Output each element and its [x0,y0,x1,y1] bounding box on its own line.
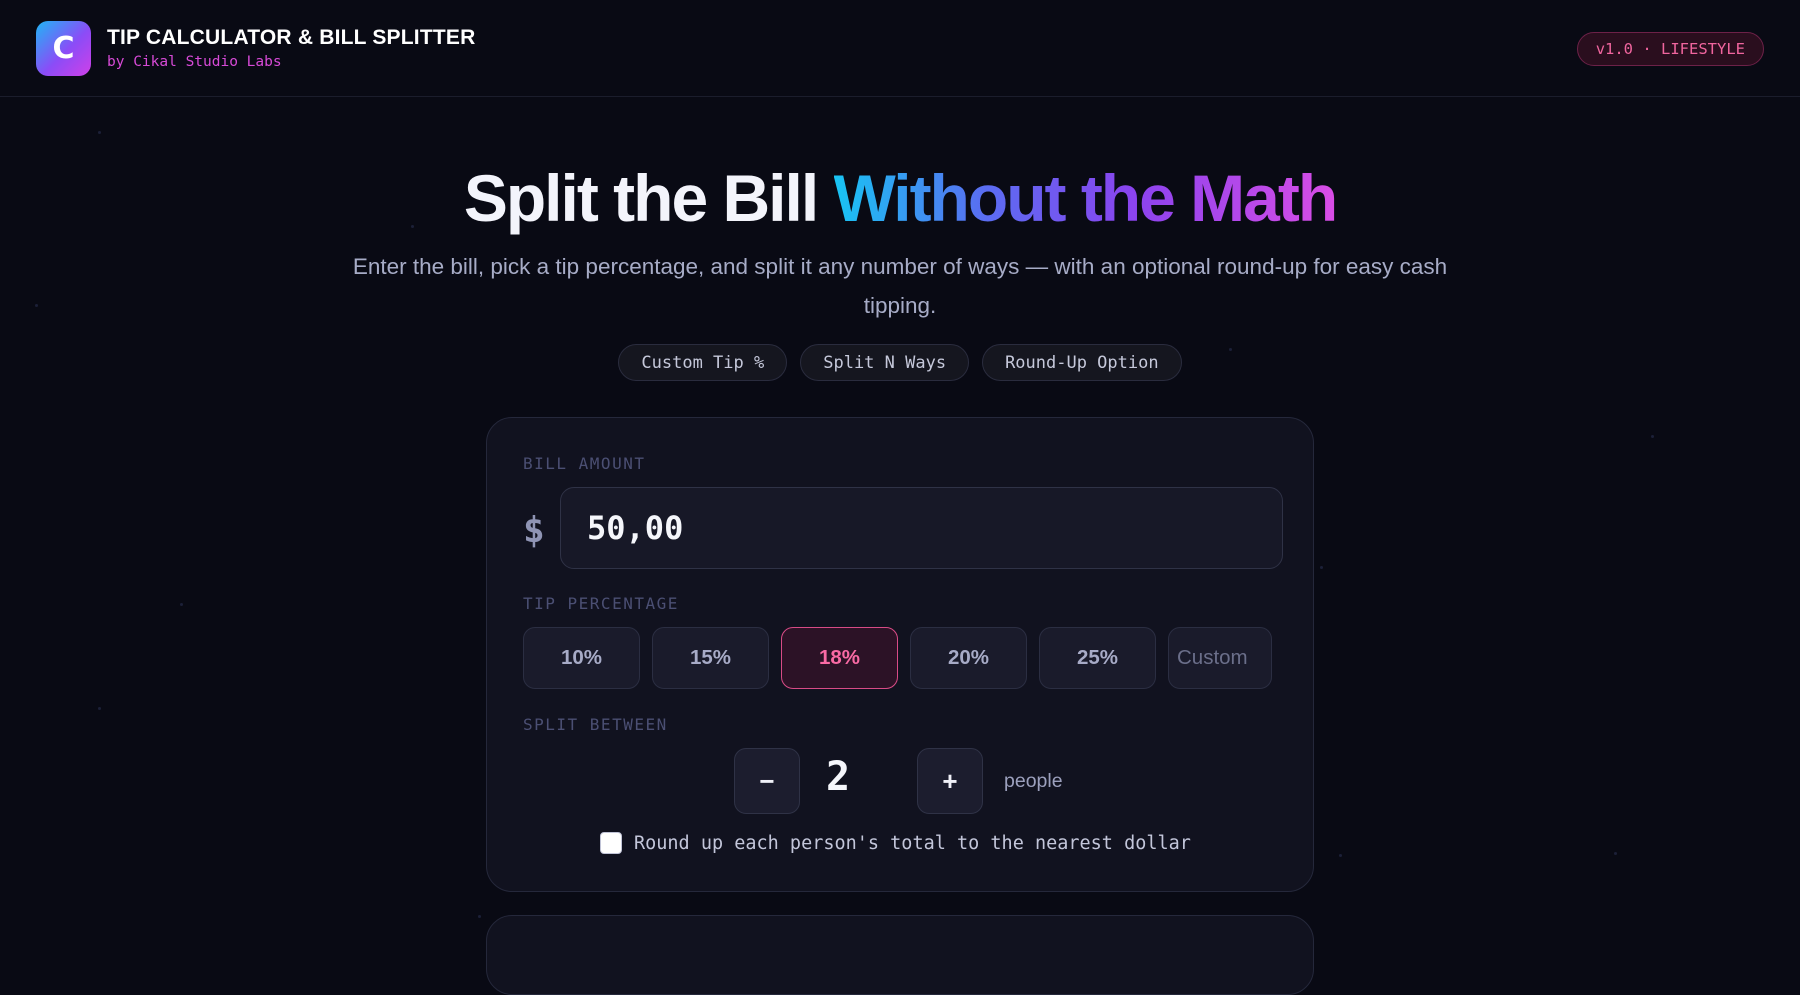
roundup-label[interactable]: Round up each person's total to the near… [634,833,1191,854]
roundup-checkbox[interactable] [600,832,622,854]
results-card [486,915,1314,995]
chip-round-up: Round-Up Option [982,344,1182,381]
roundup-option: Round up each person's total to the near… [600,832,1191,854]
minus-icon: − [759,766,774,797]
tip-option-15[interactable]: 15% [652,627,769,689]
people-unit-label: people [1004,770,1063,793]
custom-tip-input[interactable] [1168,627,1272,689]
top-header: C TIP CALCULATOR & BILL SPLITTER by Cika… [0,0,1800,97]
tip-option-10[interactable]: 10% [523,627,640,689]
tip-option-25[interactable]: 25% [1039,627,1156,689]
chip-custom-tip: Custom Tip % [618,344,787,381]
hero-title-gradient: Without the Math [834,161,1337,235]
feature-chips: Custom Tip % Split N Ways Round-Up Optio… [0,344,1800,381]
plus-icon: + [942,766,957,797]
calculator-card: BILL AMOUNT $ TIP PERCENTAGE 10% 15% 18%… [486,417,1314,892]
tip-options: 10% 15% 18% 20% 25% [523,627,1283,689]
tip-percentage-label: TIP PERCENTAGE [523,594,679,613]
app-logo[interactable]: C [36,21,91,76]
brand-block: TIP CALCULATOR & BILL SPLITTER by Cikal … [107,26,475,70]
version-badge: v1.0 · LIFESTYLE [1577,32,1764,66]
split-between-label: SPLIT BETWEEN [523,715,668,734]
app-subtitle: by Cikal Studio Labs [107,54,475,70]
logo-letter: C [52,31,74,66]
bill-amount-input[interactable] [560,487,1283,569]
increment-people-button[interactable]: + [917,748,983,814]
people-count: 2 [808,754,868,800]
chip-split-n-ways: Split N Ways [800,344,969,381]
app-title: TIP CALCULATOR & BILL SPLITTER [107,26,475,50]
currency-symbol: $ [523,510,545,551]
hero-title: Split the Bill Without the Math [0,160,1800,236]
tip-option-20[interactable]: 20% [910,627,1027,689]
decrement-people-button[interactable]: − [734,748,800,814]
tip-option-18-selected[interactable]: 18% [781,627,898,689]
hero-description: Enter the bill, pick a tip percentage, a… [330,247,1470,325]
hero-title-plain: Split the Bill [464,161,834,235]
bill-amount-label: BILL AMOUNT [523,454,645,473]
